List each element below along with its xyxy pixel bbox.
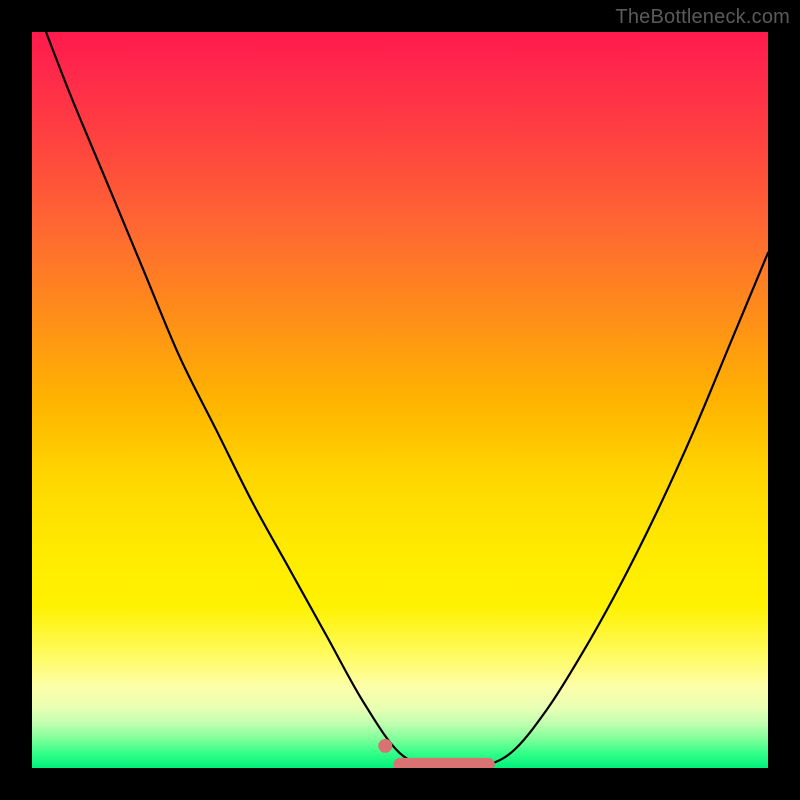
- plot-area: [32, 32, 768, 768]
- curve-layer: [32, 32, 768, 768]
- dot-marker: [378, 739, 392, 753]
- watermark-text: TheBottleneck.com: [615, 6, 790, 29]
- chart-frame: TheBottleneck.com: [0, 0, 800, 800]
- bottleneck-curve: [32, 32, 768, 768]
